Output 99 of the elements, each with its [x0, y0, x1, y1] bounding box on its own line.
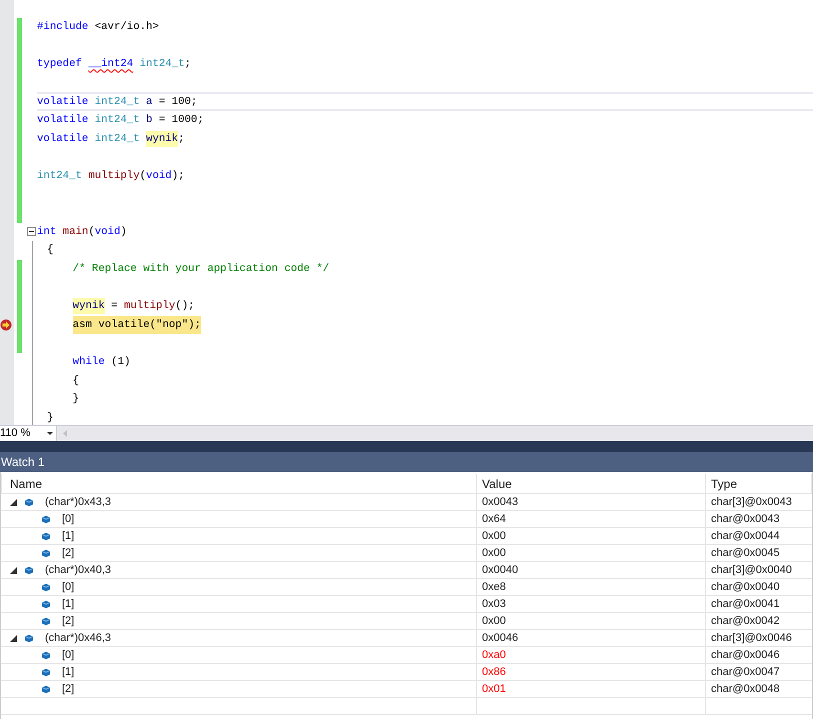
- code-token: wynik: [146, 130, 178, 147]
- watch-name: [2]: [62, 546, 74, 561]
- field-icon: [24, 634, 34, 642]
- watch-name: (char*)0x43,3: [45, 494, 112, 510]
- field-icon: [41, 514, 51, 524]
- code-token: b: [146, 113, 152, 128]
- field-icon: [41, 650, 51, 660]
- expanded-triangle-icon[interactable]: [10, 634, 17, 642]
- column-header[interactable]: Type: [706, 474, 812, 493]
- code-token: (: [88, 224, 95, 240]
- code-token: ): [120, 224, 127, 240]
- watch-value: 0x00: [482, 614, 506, 629]
- watch-type: char@0x0041: [711, 596, 780, 612]
- code-token: multiply: [88, 169, 140, 184]
- watch-name: [0]: [62, 580, 74, 595]
- watch-type: char@0x0044: [711, 528, 780, 544]
- code-token: int24_t: [37, 169, 82, 184]
- code-token: (: [140, 169, 146, 184]
- code-token: __int24: [88, 57, 134, 72]
- field-icon: [41, 684, 51, 694]
- code-token: asm volatile("nop");: [72, 318, 201, 333]
- zoom-dropdown[interactable]: 110 %: [0, 426, 57, 441]
- code-token: int24_t: [94, 94, 140, 110]
- code-token: {: [47, 243, 54, 258]
- watch-name: [2]: [62, 614, 74, 629]
- watch-name: [0]: [62, 512, 74, 527]
- code-token: ();: [175, 299, 195, 314]
- watch-value: 0x0040: [482, 562, 518, 578]
- code-token: volatile: [37, 94, 88, 110]
- field-icon: [41, 582, 51, 592]
- field-icon: [41, 532, 51, 540]
- panel-title: Watch 1: [1, 454, 45, 471]
- watch-type: char@0x0042: [711, 614, 780, 629]
- field-icon: [41, 548, 51, 558]
- code-token: int24_t: [140, 57, 185, 72]
- code-token: int: [37, 224, 56, 240]
- field-icon: [41, 616, 51, 626]
- watch-type: char[3]@0x0046: [711, 630, 792, 646]
- watch-type: char[3]@0x0040: [711, 562, 792, 578]
- watch-name: (char*)0x40,3: [45, 562, 112, 578]
- field-icon: [41, 600, 51, 608]
- watch-name: [1]: [62, 664, 74, 680]
- code-token: {: [72, 374, 80, 389]
- code-token: void: [94, 224, 120, 240]
- watch-name: [1]: [62, 528, 74, 544]
- field-icon: [41, 668, 51, 676]
- watch-name: (char*)0x46,3: [45, 630, 112, 646]
- code-token: );: [172, 169, 185, 184]
- watch-value: 0x01: [482, 682, 506, 697]
- watch-value: 0xa0: [482, 648, 506, 663]
- code-token: (1): [111, 354, 130, 370]
- code-token: volatile: [37, 113, 88, 128]
- code-token: int24_t: [94, 113, 140, 128]
- watch-type: char[3]@0x0043: [711, 494, 792, 510]
- code-token: }: [72, 392, 80, 408]
- code-token: void: [146, 169, 172, 184]
- code-token: = 100;: [158, 94, 198, 110]
- field-icon: [24, 566, 34, 574]
- code-token: #include: [37, 20, 88, 36]
- watch-type: char@0x0040: [711, 580, 780, 595]
- watch-type: char@0x0043: [711, 512, 780, 527]
- watch-type: char@0x0047: [711, 664, 780, 680]
- collapse-toggle[interactable]: [27, 226, 36, 236]
- expanded-triangle-icon[interactable]: [10, 498, 17, 506]
- watch-value: 0xe8: [482, 580, 506, 595]
- code-token: /* Replace with your application code */: [72, 262, 330, 277]
- code-token: ;: [178, 132, 185, 147]
- watch-name: [1]: [62, 596, 74, 612]
- code-token: ;: [184, 57, 191, 72]
- column-header[interactable]: Value: [477, 474, 706, 493]
- code-token: typedef: [37, 57, 82, 72]
- watch-value: 0x0043: [482, 494, 518, 510]
- current-statement-arrow-icon: [0, 318, 12, 330]
- watch-type: char@0x0046: [711, 648, 780, 663]
- watch-type: char@0x0045: [711, 546, 780, 561]
- code-token: a: [146, 94, 152, 110]
- watch-value: 0x03: [482, 596, 506, 612]
- field-icon: [24, 498, 34, 506]
- code-token: volatile: [37, 132, 88, 147]
- watch-value: 0x64: [482, 512, 506, 527]
- code-token: <avr/io.h>: [94, 20, 159, 36]
- code-token: = 1000;: [158, 113, 204, 128]
- code-token: while: [72, 354, 105, 370]
- expanded-triangle-icon[interactable]: [10, 566, 17, 574]
- code-token: }: [47, 410, 54, 425]
- watch-name: [0]: [62, 648, 74, 663]
- watch-value: 0x00: [482, 546, 506, 561]
- watch-value: 0x00: [482, 528, 506, 544]
- code-token: =: [111, 299, 118, 314]
- column-header[interactable]: Name: [1, 474, 477, 493]
- code-token: main: [62, 224, 88, 240]
- dropdown-arrow-icon: [47, 432, 53, 436]
- watch-value: 0x86: [482, 664, 506, 680]
- watch-type: char@0x0048: [711, 682, 780, 697]
- code-token: multiply: [124, 299, 176, 314]
- code-token: int24_t: [94, 132, 140, 147]
- watch-value: 0x0046: [482, 630, 518, 646]
- watch-name: [2]: [62, 682, 74, 697]
- code-token: wynik: [72, 298, 105, 314]
